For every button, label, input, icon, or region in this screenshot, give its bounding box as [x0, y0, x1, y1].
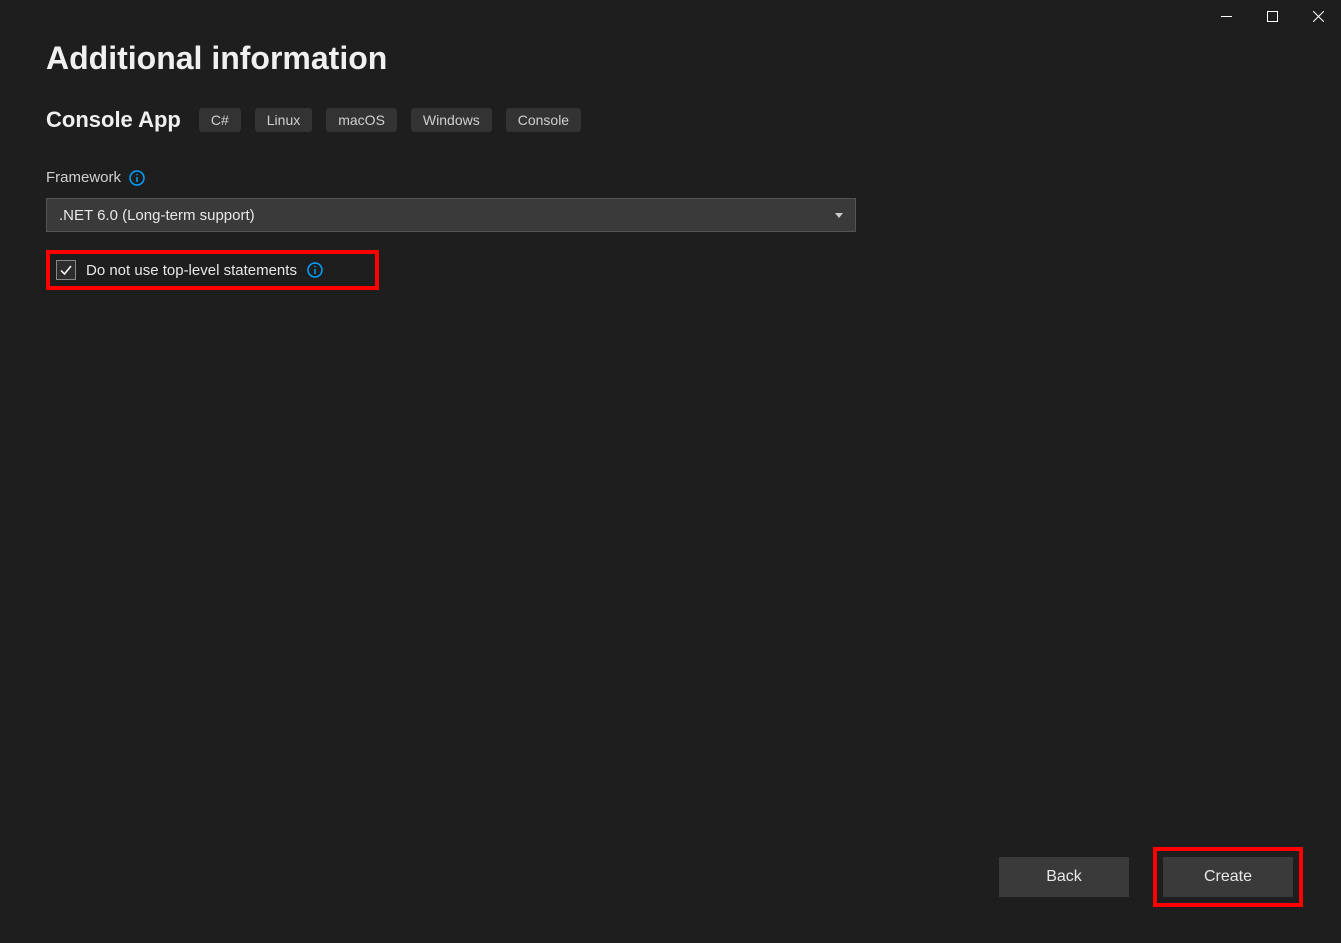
- close-icon: [1313, 11, 1324, 22]
- tag-console: Console: [506, 108, 581, 132]
- checkbox-label: Do not use top-level statements: [86, 262, 297, 279]
- page-title: Additional information: [46, 40, 1295, 77]
- minimize-icon: [1221, 11, 1232, 22]
- create-button[interactable]: Create: [1163, 857, 1293, 897]
- framework-label: Framework: [46, 169, 121, 186]
- tag-windows: Windows: [411, 108, 492, 132]
- maximize-icon: [1267, 11, 1278, 22]
- project-template-name: Console App: [46, 107, 181, 133]
- minimize-button[interactable]: [1203, 0, 1249, 32]
- framework-selected-value: .NET 6.0 (Long-term support): [59, 207, 255, 224]
- create-highlight-box: Create: [1153, 847, 1303, 907]
- content-area: Additional information Console App C# Li…: [0, 0, 1341, 290]
- tag-linux: Linux: [255, 108, 312, 132]
- window-titlebar: [1203, 0, 1341, 32]
- chevron-down-icon: [835, 213, 843, 218]
- info-icon[interactable]: [307, 262, 323, 278]
- framework-select[interactable]: .NET 6.0 (Long-term support): [46, 198, 856, 232]
- tags-container: C# Linux macOS Windows Console: [199, 108, 581, 132]
- info-icon[interactable]: [129, 170, 145, 186]
- tag-macos: macOS: [326, 108, 397, 132]
- footer-buttons: Back Create: [999, 847, 1303, 907]
- top-level-statements-checkbox[interactable]: [56, 260, 76, 280]
- back-button[interactable]: Back: [999, 857, 1129, 897]
- check-icon: [59, 263, 73, 277]
- tag-csharp: C#: [199, 108, 241, 132]
- maximize-button[interactable]: [1249, 0, 1295, 32]
- subtitle-row: Console App C# Linux macOS Windows Conso…: [46, 107, 1295, 133]
- framework-label-row: Framework: [46, 169, 1295, 186]
- checkbox-highlight-box: Do not use top-level statements: [46, 250, 379, 290]
- close-button[interactable]: [1295, 0, 1341, 32]
